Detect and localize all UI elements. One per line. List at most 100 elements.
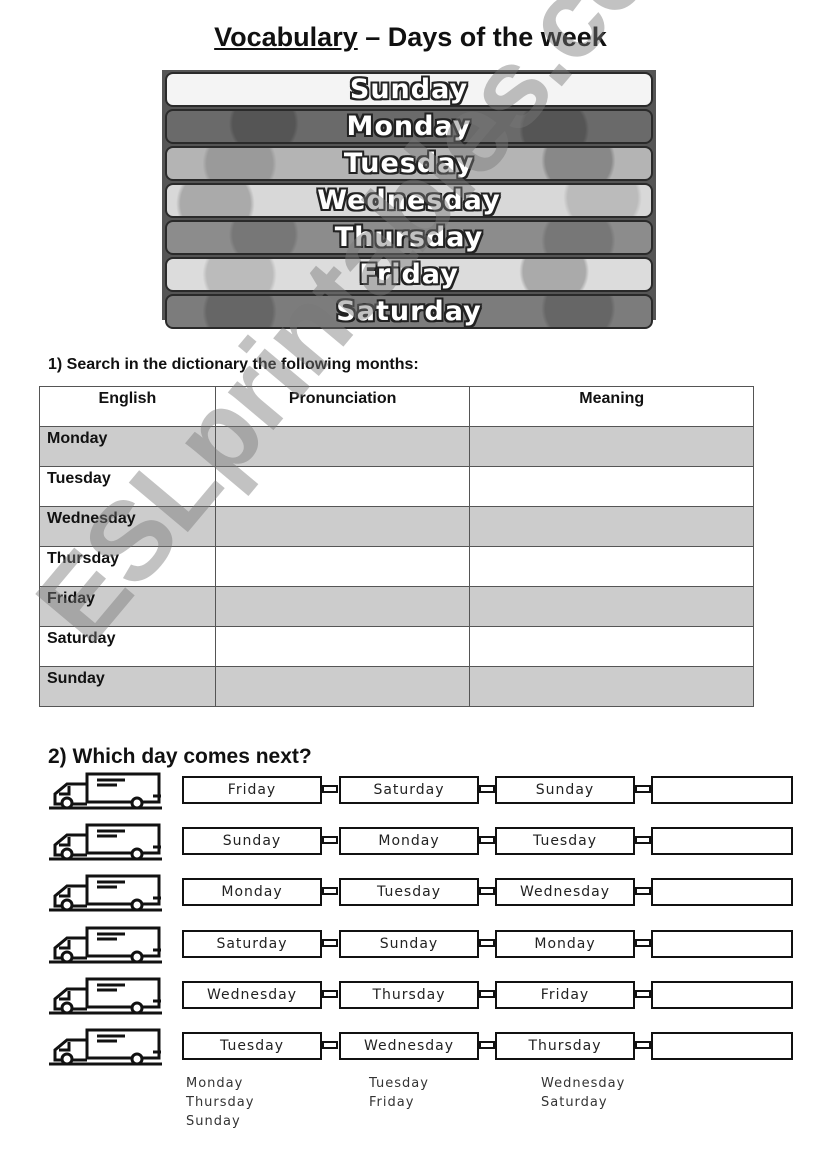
train-car: Saturday <box>339 776 479 804</box>
truck-icon <box>47 772 165 810</box>
train-coupler <box>322 990 338 998</box>
page-title: Vocabulary – Days of the week <box>0 22 821 53</box>
train-row: Saturday Sunday Monday <box>47 926 807 966</box>
word-bank-item: Sunday <box>186 1114 241 1129</box>
answer-box[interactable] <box>651 981 793 1009</box>
pronunciation-cell[interactable] <box>214 506 471 547</box>
word-bank-item: Saturday <box>541 1095 608 1110</box>
train-car: Tuesday <box>339 878 479 906</box>
train-car: Saturday <box>182 930 322 958</box>
train-car: Monday <box>182 878 322 906</box>
banner-day: Sunday <box>165 72 653 107</box>
train-row: Tuesday Wednesday Thursday <box>47 1028 807 1068</box>
train-coupler <box>635 990 651 998</box>
meaning-cell[interactable] <box>469 426 754 467</box>
pronunciation-cell[interactable] <box>214 426 471 467</box>
pronunciation-cell[interactable] <box>214 466 471 507</box>
header-english: English <box>39 386 216 427</box>
train-car: Friday <box>182 776 322 804</box>
word-bank-item: Thursday <box>186 1095 255 1110</box>
train-car: Thursday <box>495 1032 635 1060</box>
train-coupler <box>322 836 338 844</box>
train-coupler <box>635 785 651 793</box>
train-coupler <box>635 887 651 895</box>
days-banner-image: Sunday Monday Tuesday Wednesday Thursday… <box>162 70 656 329</box>
train-row: Wednesday Thursday Friday <box>47 977 807 1017</box>
exercise2-instruction: 2) Which day comes next? <box>48 745 312 768</box>
meaning-cell[interactable] <box>469 506 754 547</box>
train-car: Tuesday <box>495 827 635 855</box>
banner-day: Friday <box>165 257 653 292</box>
train-car: Tuesday <box>182 1032 322 1060</box>
pronunciation-cell[interactable] <box>214 586 471 627</box>
train-row: Monday Tuesday Wednesday <box>47 874 807 914</box>
answer-box[interactable] <box>651 930 793 958</box>
train-car: Sunday <box>495 776 635 804</box>
truck-icon <box>47 823 165 861</box>
table-row: Saturday <box>39 626 754 667</box>
meaning-cell[interactable] <box>469 666 754 707</box>
table-row: Tuesday <box>39 466 754 507</box>
banner-day: Monday <box>165 109 653 144</box>
word-bank-item: Monday <box>186 1076 244 1091</box>
pronunciation-cell[interactable] <box>214 666 471 707</box>
word-bank-item: Friday <box>369 1095 415 1110</box>
banner-day: Thursday <box>165 220 653 255</box>
table-header-row: English Pronunciation Meaning <box>39 386 754 427</box>
answer-box[interactable] <box>651 1032 793 1060</box>
word-bank-item: Wednesday <box>541 1076 626 1091</box>
pronunciation-cell[interactable] <box>214 546 471 587</box>
train-coupler <box>322 887 338 895</box>
word-bank-item: Tuesday <box>369 1076 429 1091</box>
meaning-cell[interactable] <box>469 546 754 587</box>
answer-box[interactable] <box>651 827 793 855</box>
vocabulary-table: English Pronunciation Meaning Monday Tue… <box>39 386 754 707</box>
train-coupler <box>479 836 495 844</box>
truck-icon <box>47 1028 165 1066</box>
train-car: Monday <box>339 827 479 855</box>
train-coupler <box>635 939 651 947</box>
english-cell: Monday <box>39 426 216 467</box>
train-coupler <box>479 887 495 895</box>
header-meaning: Meaning <box>469 386 754 427</box>
table-row: Monday <box>39 426 754 467</box>
answer-box[interactable] <box>651 878 793 906</box>
table-row: Thursday <box>39 546 754 587</box>
train-car: Wednesday <box>495 878 635 906</box>
train-row: Friday Saturday Sunday <box>47 772 807 812</box>
english-cell: Friday <box>39 586 216 627</box>
train-coupler <box>322 1041 338 1049</box>
truck-icon <box>47 926 165 964</box>
train-car: Monday <box>495 930 635 958</box>
train-coupler <box>479 939 495 947</box>
banner-day: Wednesday <box>165 183 653 218</box>
answer-box[interactable] <box>651 776 793 804</box>
header-pronunciation: Pronunciation <box>214 386 471 427</box>
table-row: Wednesday <box>39 506 754 547</box>
meaning-cell[interactable] <box>469 586 754 627</box>
train-car: Sunday <box>339 930 479 958</box>
title-underlined: Vocabulary <box>214 22 358 52</box>
train-coupler <box>635 836 651 844</box>
banner-day: Saturday <box>165 294 653 329</box>
english-cell: Thursday <box>39 546 216 587</box>
meaning-cell[interactable] <box>469 466 754 507</box>
meaning-cell[interactable] <box>469 626 754 667</box>
train-car: Thursday <box>339 981 479 1009</box>
english-cell: Sunday <box>39 666 216 707</box>
train-car: Wednesday <box>182 981 322 1009</box>
english-cell: Tuesday <box>39 466 216 507</box>
train-coupler <box>479 990 495 998</box>
exercise1-instruction: 1) Search in the dictionary the followin… <box>48 356 419 373</box>
banner-day: Tuesday <box>165 146 653 181</box>
train-coupler <box>479 785 495 793</box>
title-rest: – Days of the week <box>357 22 607 52</box>
table-row: Sunday <box>39 666 754 707</box>
train-coupler <box>322 939 338 947</box>
word-bank: Monday Tuesday Wednesday Thursday Friday… <box>186 1076 726 1129</box>
pronunciation-cell[interactable] <box>214 626 471 667</box>
table-row: Friday <box>39 586 754 627</box>
truck-icon <box>47 874 165 912</box>
train-coupler <box>479 1041 495 1049</box>
train-car: Sunday <box>182 827 322 855</box>
